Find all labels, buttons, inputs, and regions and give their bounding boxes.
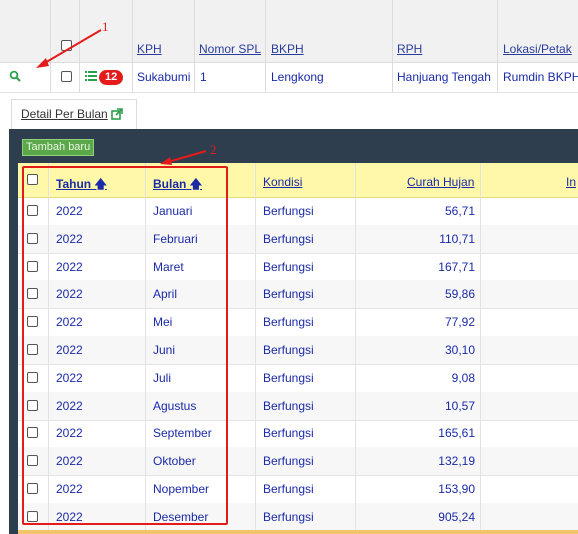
annotation-arrow-2 bbox=[167, 150, 207, 163]
annotation-arrows bbox=[36, 29, 207, 165]
annotation-arrow-1 bbox=[42, 29, 102, 65]
annotation-arrowhead-2 bbox=[160, 157, 172, 165]
annotation-arrowhead-1 bbox=[36, 58, 49, 68]
